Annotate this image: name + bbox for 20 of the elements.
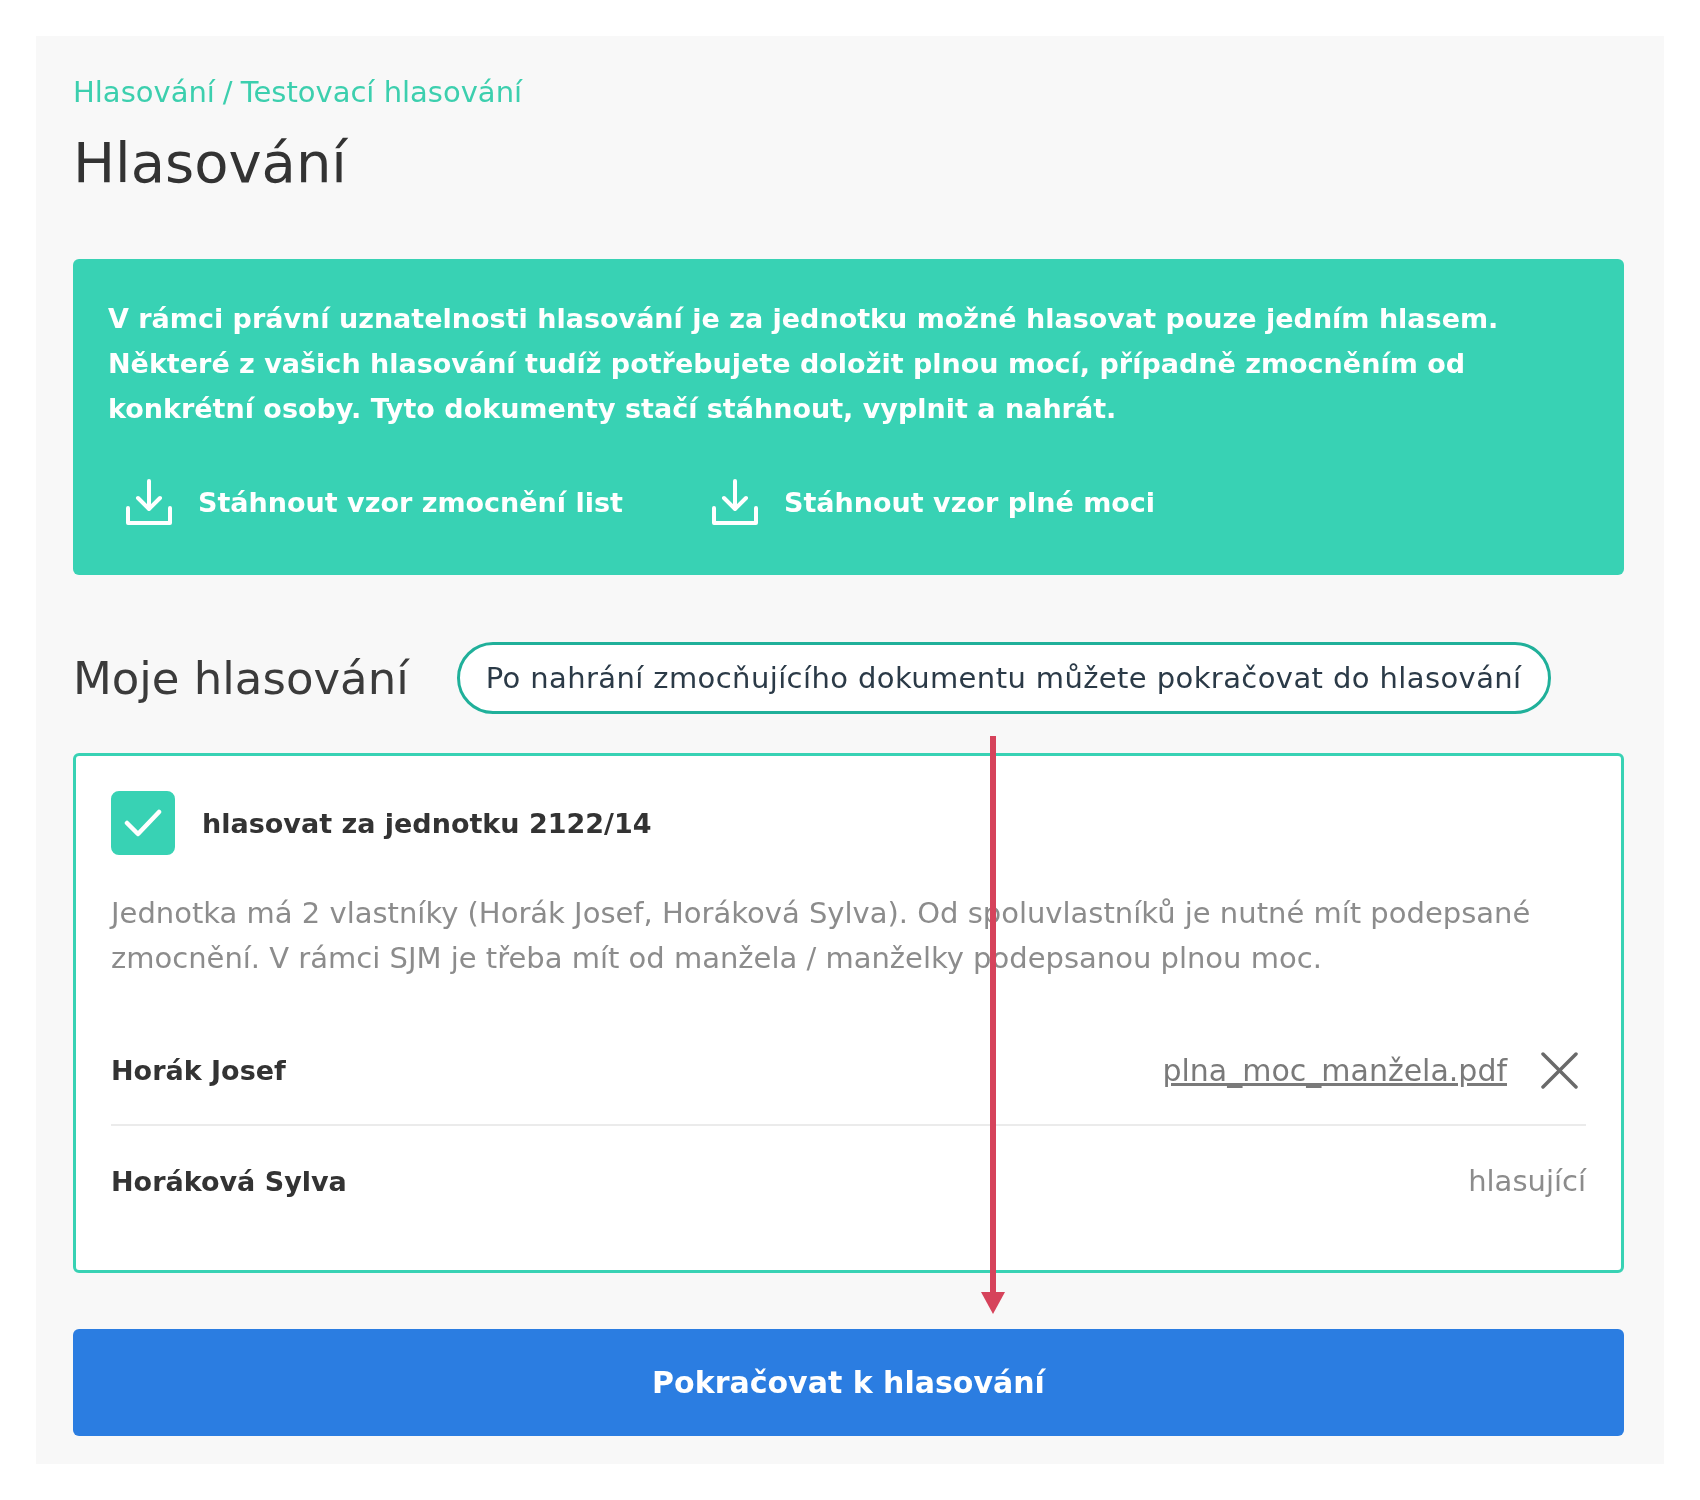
breadcrumb-link[interactable]: Hlasování [73, 74, 215, 110]
page-title: Hlasování [73, 129, 347, 197]
checkbox[interactable] [111, 791, 175, 855]
hint-callout: Po nahrání zmocňujícího dokumentu můžete pokračovat do hlasování [456, 642, 1551, 714]
download-link[interactable]: Stáhnout vzor zmocnění list [125, 476, 623, 528]
download-link[interactable]: Stáhnout vzor plné moci [711, 476, 1156, 528]
check-icon [124, 809, 162, 837]
breadcrumb-link[interactable]: Testovací hlasování [240, 74, 523, 110]
unit-label: hlasovat za jednotku 2122/14 [202, 807, 652, 839]
owner-status: hlasující [1468, 1164, 1586, 1198]
download-icon [125, 479, 173, 525]
notice-text: V rámci právní uznatelnosti hlasování je za jednotku možné hlasovat pouze jedním hlasem. Některé z vašich hlasování tudíž potřebujete doložit plnou mocí, případně zmocněním od konkrétní osoby. Tyto dokumenty stačí stáhnout, vyplnit a nahrát. [108, 302, 1500, 426]
continue-button[interactable]: Pokračovat k hlasování [73, 1329, 1624, 1436]
close-icon[interactable] [1541, 1051, 1578, 1089]
owner-name: Horáková Sylva [111, 1165, 347, 1197]
download-icon [711, 479, 759, 525]
section-title: Moje hlasování [73, 651, 409, 705]
owner-name: Horák Josef [111, 1054, 286, 1086]
breadcrumb-separator: / [222, 74, 233, 110]
file-link[interactable]: plna_moc_manžela.pdf [1162, 1052, 1507, 1088]
